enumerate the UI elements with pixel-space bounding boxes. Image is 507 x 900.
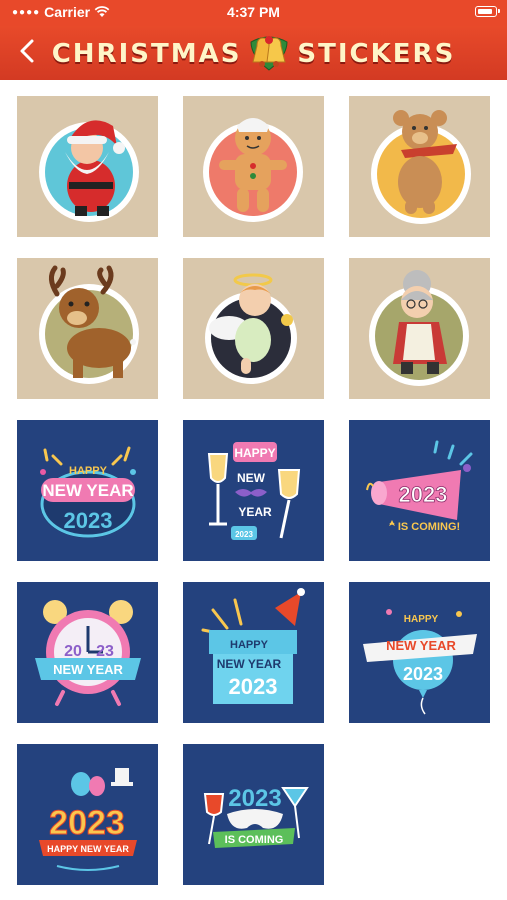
sticker-text-year: 2023 [64, 508, 113, 533]
sticker-new-year-alarm-clock[interactable]: 20 23 NEW YEAR [17, 582, 158, 723]
sticker-text-is-coming: IS COMING! [398, 521, 460, 533]
sticker-teddy-bear[interactable] [349, 96, 490, 237]
happy-new-year-balloons-image: 2023 HAPPY NEW YEAR [39, 768, 137, 871]
sticker-text-new: NEW [237, 471, 266, 485]
sticker-new-year-2023-confetti[interactable]: HAPPY NEW YEAR 2023 [17, 420, 158, 561]
santa-image [39, 120, 139, 222]
sticker-2023-is-coming-mask[interactable]: 2023 IS COMING [183, 744, 324, 885]
sticker-grandma[interactable] [349, 258, 490, 399]
sticker-reindeer[interactable] [17, 258, 158, 399]
sticker-text-happy: HAPPY [69, 465, 108, 477]
sticker-text-new-year: NEW YEAR [53, 662, 123, 677]
status-bar: ●●●● Carrier 4:37 PM [0, 0, 507, 26]
alarm-clock-image: 20 23 NEW YEAR [35, 600, 141, 706]
battery-icon [475, 6, 500, 17]
sticker-text-20: 20 [64, 643, 82, 660]
sticker-text-2023: 2023 [229, 674, 278, 699]
is-coming-mask-image: 2023 IS COMING [203, 785, 309, 848]
navigation-bar: CHRISTMAS STICKERS [0, 26, 507, 80]
sticker-text-new-year: NEW YEAR [386, 638, 456, 653]
title-left: CHRISTMAS [51, 39, 242, 69]
sticker-new-year-gift-box[interactable]: HAPPY NEW YEAR 2023 [183, 582, 324, 723]
page-title: CHRISTMAS STICKERS [0, 34, 507, 74]
sticker-text-new-year: NEW YEAR [217, 657, 282, 671]
new-year-glasses-image: HAPPY NEW YEAR 2023 [207, 442, 301, 540]
grandma-image [369, 270, 469, 386]
sticker-santa[interactable] [17, 96, 158, 237]
sticker-text-2023: 2023 [403, 664, 443, 684]
sticker-text-happy: HAPPY [404, 614, 439, 625]
sticker-2023-is-coming-horn[interactable]: 2023 IS COMING! [349, 420, 490, 561]
sticker-new-year-balloon[interactable]: HAPPY NEW YEAR 2023 [349, 582, 490, 723]
sticker-happy-new-year-balloons[interactable]: 2023 HAPPY NEW YEAR [17, 744, 158, 885]
christmas-bells-icon [250, 36, 288, 71]
title-right: STICKERS [297, 39, 456, 69]
new-year-balloon-image: HAPPY NEW YEAR 2023 [363, 609, 477, 715]
sticker-new-year-glasses[interactable]: HAPPY NEW YEAR 2023 [183, 420, 324, 561]
gift-box-image: HAPPY NEW YEAR 2023 [201, 588, 305, 704]
sticker-text-2023: 2023 [235, 530, 253, 539]
sticker-text-happy: HAPPY [234, 446, 275, 460]
reindeer-image [39, 265, 139, 384]
sticker-text-happy-new-year: HAPPY NEW YEAR [47, 844, 129, 854]
sticker-text-2023: 2023 [49, 804, 125, 842]
new-year-confetti-image: HAPPY NEW YEAR 2023 [40, 446, 136, 538]
teddy-bear-image [371, 110, 471, 224]
sticker-text-2023: 2023 [228, 785, 281, 812]
gingerbread-image [203, 118, 303, 222]
is-coming-horn-image: 2023 IS COMING! [366, 440, 473, 533]
sticker-text-happy: HAPPY [230, 639, 269, 651]
status-time: 4:37 PM [227, 4, 280, 20]
sticker-angel[interactable] [183, 258, 324, 399]
sticker-text-23: 23 [96, 643, 114, 660]
sticker-text-2023: 2023 [399, 482, 448, 507]
sticker-gingerbread[interactable] [183, 96, 324, 237]
sticker-text-new-year: NEW YEAR [42, 481, 133, 500]
angel-image [205, 273, 297, 384]
sticker-text-year: YEAR [238, 505, 272, 519]
sticker-text-is-coming: IS COMING [225, 834, 284, 846]
sticker-grid: HAPPY NEW YEAR 2023 HAPPY NEW YEAR 2023 [17, 96, 493, 885]
